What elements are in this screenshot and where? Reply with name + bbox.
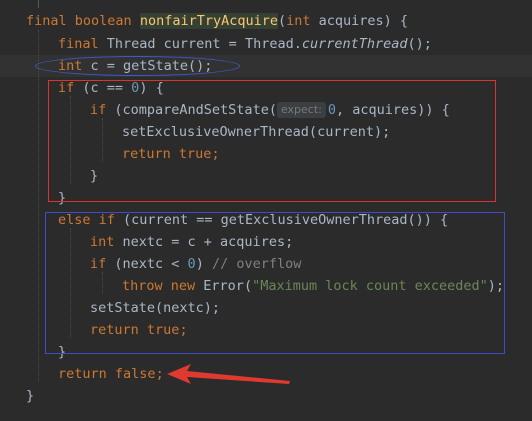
- highlight-box-red-annotation: [48, 80, 496, 202]
- method-name: nonfairTryAcquire: [139, 13, 278, 29]
- highlight-box-blue-annotation: [45, 212, 505, 354]
- keyword: int: [286, 13, 311, 29]
- keyword: return: [58, 366, 107, 382]
- code-text: (: [278, 13, 287, 29]
- code-editor[interactable]: final boolean nonfairTryAcquire(int acqu…: [0, 0, 532, 421]
- indent-guide: [38, 30, 39, 382]
- fold-marker: [38, 0, 39, 8]
- arrow-annotation-icon: [167, 364, 290, 384]
- code-text: ();: [407, 36, 432, 52]
- code-text: ;: [155, 366, 164, 382]
- code-text: }: [26, 388, 35, 404]
- keyword: boolean: [74, 13, 132, 29]
- code-text: Thread current = Thread.: [98, 36, 302, 52]
- keyword: final: [26, 13, 67, 29]
- keyword: false: [114, 366, 156, 382]
- code-text: acquires) {: [310, 13, 409, 29]
- code-line-method-signature[interactable]: final boolean nonfairTryAcquire(int acqu…: [26, 10, 408, 32]
- static-method-call: currentThread: [301, 36, 408, 52]
- code-line-close-brace[interactable]: }: [26, 385, 34, 407]
- code-line-current-thread[interactable]: final Thread current = Thread.currentThr…: [58, 33, 432, 55]
- highlight-ellipse-annotation: [35, 56, 240, 76]
- keyword: final: [58, 36, 99, 52]
- code-line-return-false[interactable]: return false;: [58, 363, 164, 385]
